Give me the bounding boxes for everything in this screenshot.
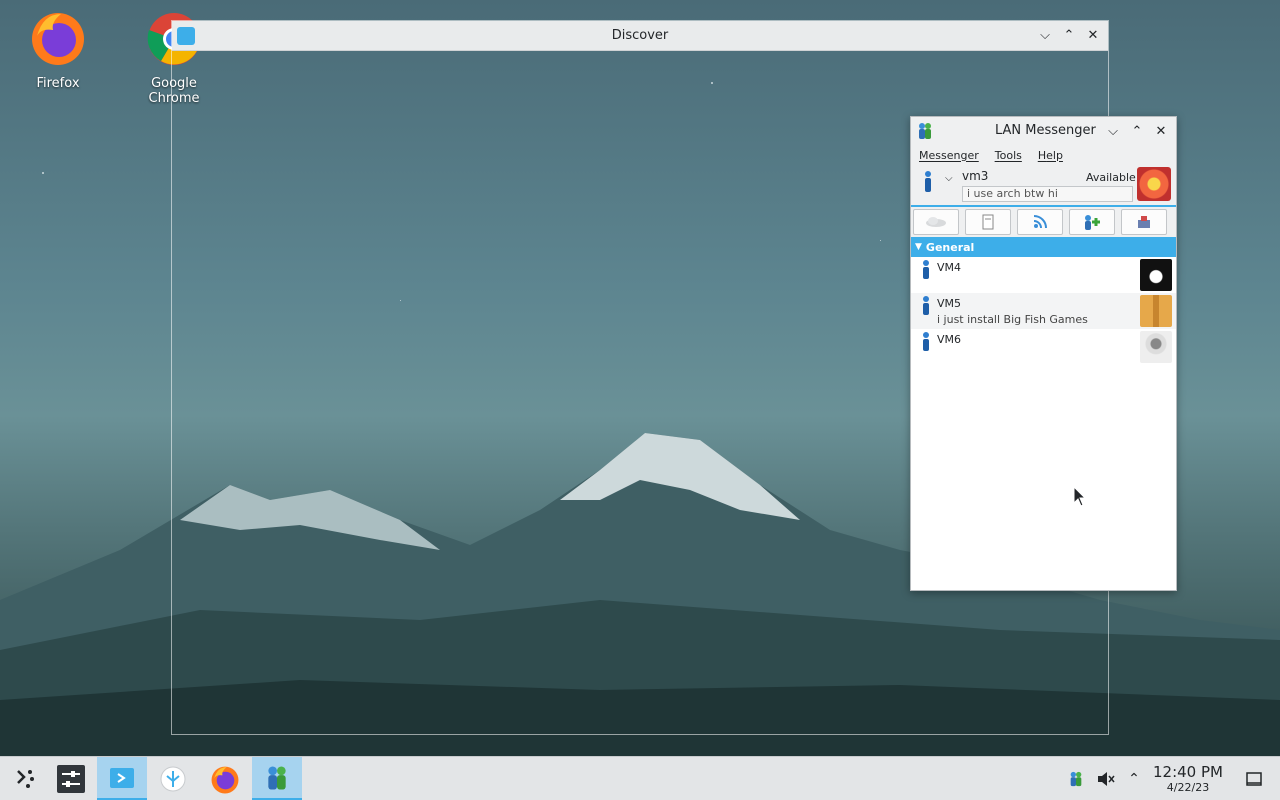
group-header-general[interactable]: ▼ General bbox=[911, 237, 1176, 257]
app-launcher-button[interactable] bbox=[0, 757, 50, 800]
add-user-icon bbox=[1085, 215, 1100, 230]
contact-status-icon bbox=[923, 260, 929, 279]
show-desktop-icon bbox=[1246, 772, 1262, 786]
minimize-button[interactable]: ⌵ bbox=[1036, 27, 1054, 45]
clock-time: 12:40 PM bbox=[1153, 763, 1223, 781]
lan-messenger-icon bbox=[268, 765, 286, 790]
taskbar-firefox[interactable] bbox=[200, 757, 250, 800]
close-button[interactable]: ✕ bbox=[1152, 122, 1170, 140]
contact-avatar-guitar bbox=[1140, 295, 1172, 327]
window-title: Discover bbox=[611, 28, 669, 43]
lan-messenger-window: LAN Messenger ⌵ ⌃ ✕ Messenger Tools Help… bbox=[910, 116, 1177, 591]
settings-button[interactable] bbox=[1121, 209, 1167, 235]
maximize-button[interactable]: ⌃ bbox=[1128, 122, 1146, 140]
expand-triangle-icon: ▼ bbox=[915, 242, 922, 252]
lan-messenger-titlebar[interactable]: LAN Messenger ⌵ ⌃ ✕ bbox=[911, 117, 1176, 145]
discover-icon bbox=[110, 767, 134, 788]
file-icon bbox=[982, 214, 994, 230]
clock-date: 4/22/23 bbox=[1166, 781, 1210, 794]
transfers-button[interactable] bbox=[965, 209, 1011, 235]
taskbar-discover[interactable] bbox=[97, 757, 147, 800]
desktop-icon-label: Firefox bbox=[36, 76, 80, 91]
tray-expand-chevron-icon[interactable]: ⌃ bbox=[1124, 769, 1144, 789]
rss-icon bbox=[1033, 215, 1047, 229]
add-contact-button[interactable] bbox=[1069, 209, 1115, 235]
firefox-icon bbox=[211, 766, 239, 794]
contact-status-icon bbox=[923, 332, 929, 351]
contact-avatar-robot bbox=[1140, 331, 1172, 363]
menu-messenger[interactable]: Messenger bbox=[919, 149, 979, 162]
user-status-icon bbox=[925, 171, 931, 192]
tools-icon bbox=[1138, 216, 1150, 228]
user-note-input[interactable]: i use arch btw hi bbox=[962, 186, 1133, 202]
taskbar-kde-connect[interactable] bbox=[148, 757, 198, 800]
kde-launcher-icon bbox=[17, 770, 34, 788]
show-desktop-button[interactable] bbox=[1244, 769, 1264, 789]
contact-avatar-dog bbox=[1140, 259, 1172, 291]
user-avatar[interactable] bbox=[1137, 167, 1171, 201]
tray-lan-messenger[interactable] bbox=[1066, 769, 1086, 789]
minimize-button[interactable]: ⌵ bbox=[1104, 122, 1122, 140]
taskbar: ⌃ 12:40 PM 4/22/23 bbox=[0, 756, 1280, 800]
menu-help[interactable]: Help bbox=[1038, 149, 1063, 162]
window-title: LAN Messenger bbox=[995, 123, 1096, 138]
firefox-icon bbox=[32, 13, 84, 65]
tray-volume[interactable] bbox=[1096, 769, 1116, 789]
user-name: vm3 bbox=[962, 169, 989, 183]
clock[interactable]: 12:40 PM 4/22/23 bbox=[1148, 763, 1228, 794]
discover-titlebar[interactable]: Discover ⌵ ⌃ ✕ bbox=[172, 21, 1108, 51]
user-profile: ⌵ vm3 Available i use arch btw hi bbox=[911, 165, 1176, 205]
volume-muted-icon bbox=[1098, 772, 1115, 786]
menu-tools[interactable]: Tools bbox=[995, 149, 1022, 162]
cloud-icon bbox=[926, 217, 946, 227]
contact-name: VM5 bbox=[937, 297, 962, 310]
discover-app-icon[interactable] bbox=[177, 27, 195, 45]
broadcast-button[interactable] bbox=[913, 209, 959, 235]
kde-connect-icon bbox=[160, 766, 186, 792]
lan-messenger-icon bbox=[1070, 771, 1082, 787]
taskbar-system-settings[interactable] bbox=[46, 757, 96, 800]
toolbar bbox=[911, 205, 1176, 237]
contact-name: VM4 bbox=[937, 261, 962, 274]
contact-vm6[interactable]: VM6 bbox=[911, 329, 1176, 365]
user-status[interactable]: Available bbox=[1086, 171, 1136, 184]
contact-message: i just install Big Fish Games bbox=[937, 313, 1088, 326]
lan-messenger-app-icon[interactable] bbox=[916, 122, 934, 140]
menubar: Messenger Tools Help bbox=[911, 145, 1176, 165]
taskbar-lan-messenger[interactable] bbox=[252, 757, 302, 800]
settings-sliders-icon bbox=[57, 765, 85, 793]
contact-vm4[interactable]: VM4 bbox=[911, 257, 1176, 293]
close-button[interactable]: ✕ bbox=[1084, 27, 1102, 45]
status-dropdown-chevron-icon[interactable]: ⌵ bbox=[945, 173, 953, 184]
contact-name: VM6 bbox=[937, 333, 962, 346]
history-button[interactable] bbox=[1017, 209, 1063, 235]
group-name: General bbox=[925, 240, 975, 254]
contact-status-icon bbox=[923, 296, 929, 315]
maximize-button[interactable]: ⌃ bbox=[1060, 27, 1078, 45]
mouse-cursor-icon bbox=[1073, 486, 1087, 507]
contact-vm5[interactable]: VM5 i just install Big Fish Games bbox=[911, 293, 1176, 329]
desktop-icon-firefox[interactable]: Firefox bbox=[8, 8, 108, 91]
